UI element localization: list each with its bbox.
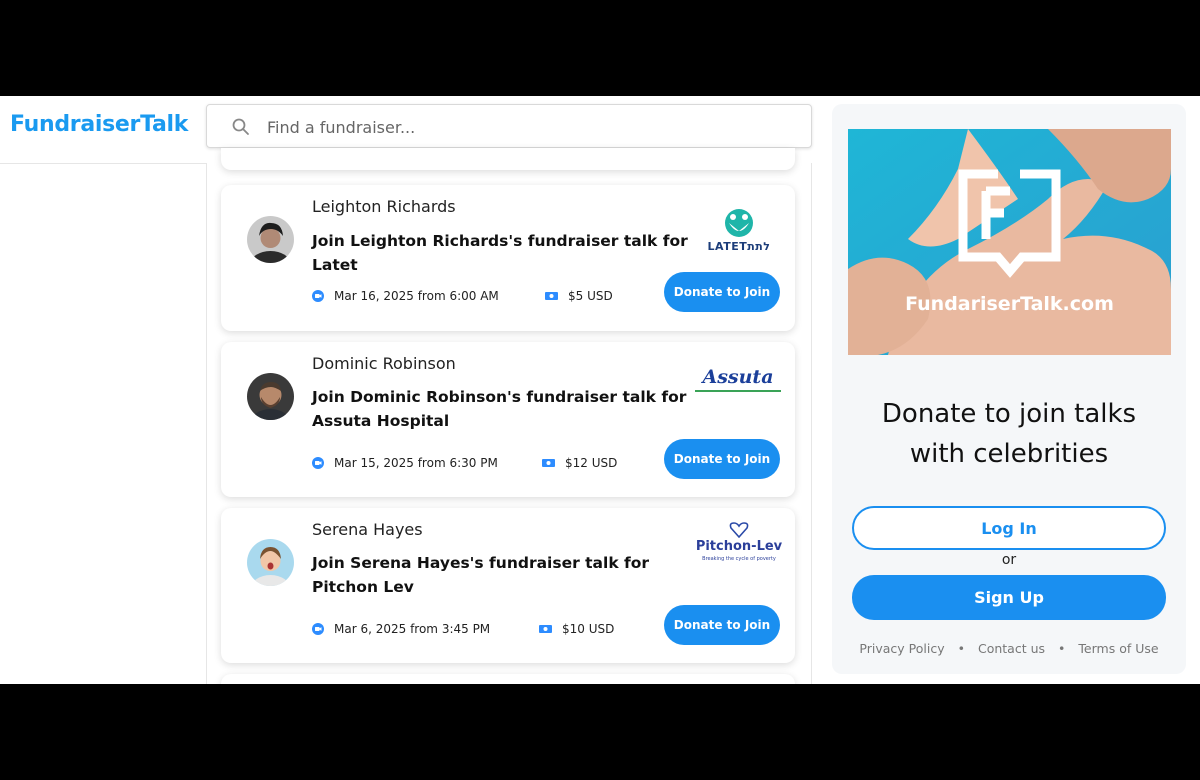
- price-text: $12 USD: [565, 456, 618, 470]
- host-name[interactable]: Dominic Robinson: [312, 354, 456, 373]
- fundraiser-card[interactable]: Leighton Richards Join Leighton Richards…: [221, 185, 795, 331]
- charity-logo-latet[interactable]: LATETלתת: [704, 209, 774, 259]
- host-avatar[interactable]: [247, 373, 294, 420]
- host-name[interactable]: Leighton Richards: [312, 197, 456, 216]
- brand-logo[interactable]: FundraiserTalk: [10, 112, 188, 137]
- card-title[interactable]: Join Serena Hayes's fundraiser talk for …: [312, 551, 692, 599]
- charity-logo-text: LATETלתת: [707, 240, 771, 253]
- footer-separator: •: [957, 641, 965, 656]
- donate-to-join-button[interactable]: Donate to Join: [664, 605, 780, 645]
- panel-tagline: Donate to join talks with celebrities: [832, 394, 1186, 474]
- card-title[interactable]: Join Leighton Richards's fundraiser talk…: [312, 229, 707, 277]
- contact-us-link[interactable]: Contact us: [978, 641, 1045, 656]
- tagline-line-1: Donate to join talks: [881, 399, 1137, 429]
- charity-logo-text: Assuta: [702, 366, 774, 388]
- signup-panel: FundariserTalk.com Donate to join talks …: [832, 104, 1186, 674]
- host-avatar[interactable]: [247, 216, 294, 263]
- money-icon: [539, 625, 552, 633]
- fundraiser-card[interactable]: Dominic Robinson Join Dominic Robinson's…: [221, 342, 795, 497]
- tagline-line-2: with celebrities: [909, 439, 1109, 469]
- datetime-text: Mar 15, 2025 from 6:30 PM: [334, 456, 498, 470]
- hero-image: FundariserTalk.com: [848, 129, 1171, 355]
- talk-datetime: Mar 6, 2025 from 3:45 PM: [312, 622, 490, 636]
- feed-right-divider: [811, 163, 812, 684]
- donate-to-join-button[interactable]: Donate to Join: [664, 272, 780, 312]
- talk-datetime: Mar 16, 2025 from 6:00 AM: [312, 289, 499, 303]
- fundraiser-card[interactable]: Serena Hayes Join Serena Hayes's fundrai…: [221, 508, 795, 663]
- price-text: $5 USD: [568, 289, 613, 303]
- video-call-icon: [312, 290, 324, 302]
- video-call-icon: [312, 623, 324, 635]
- talk-price: $10 USD: [539, 622, 614, 636]
- fundraiser-card-partial: [221, 674, 795, 684]
- money-icon: [545, 292, 558, 300]
- privacy-policy-link[interactable]: Privacy Policy: [859, 641, 944, 656]
- host-avatar[interactable]: [247, 539, 294, 586]
- app-viewport: FundraiserTalk Leighton Richards Join Le…: [0, 96, 1200, 684]
- talk-datetime: Mar 15, 2025 from 6:30 PM: [312, 456, 498, 470]
- or-separator: or: [1001, 552, 1017, 568]
- video-call-icon: [312, 457, 324, 469]
- talk-price: $12 USD: [542, 456, 617, 470]
- charity-logo-text: Pitchon-Lev: [695, 539, 783, 554]
- footer-links: Privacy Policy • Contact us • Terms of U…: [832, 641, 1186, 656]
- terms-of-use-link[interactable]: Terms of Use: [1078, 641, 1158, 656]
- datetime-text: Mar 16, 2025 from 6:00 AM: [334, 289, 499, 303]
- charity-logo-subtext: Breaking the cycle of poverty: [702, 556, 776, 562]
- donate-to-join-button[interactable]: Donate to Join: [664, 439, 780, 479]
- header-divider: [0, 163, 206, 164]
- datetime-text: Mar 6, 2025 from 3:45 PM: [334, 622, 491, 636]
- feed-left-divider: [206, 163, 207, 684]
- price-text: $10 USD: [562, 622, 615, 636]
- talk-price: $5 USD: [545, 289, 613, 303]
- logo-underline: [695, 390, 781, 392]
- signup-button[interactable]: Sign Up: [852, 575, 1166, 620]
- card-title[interactable]: Join Dominic Robinson's fundraiser talk …: [312, 385, 692, 433]
- money-icon: [542, 459, 555, 467]
- footer-separator: •: [1058, 641, 1066, 656]
- login-button[interactable]: Log In: [852, 506, 1166, 550]
- search-bar[interactable]: [206, 104, 812, 148]
- host-name[interactable]: Serena Hayes: [312, 520, 423, 539]
- charity-logo-pitchon-lev[interactable]: Pitchon-Lev Breaking the cycle of povert…: [695, 522, 783, 568]
- search-icon: [232, 118, 249, 135]
- fundraiser-card-partial: [221, 148, 795, 170]
- hero-caption: FundariserTalk.com: [905, 293, 1114, 315]
- charity-logo-assuta[interactable]: Assuta: [693, 364, 783, 400]
- search-input[interactable]: [267, 113, 787, 141]
